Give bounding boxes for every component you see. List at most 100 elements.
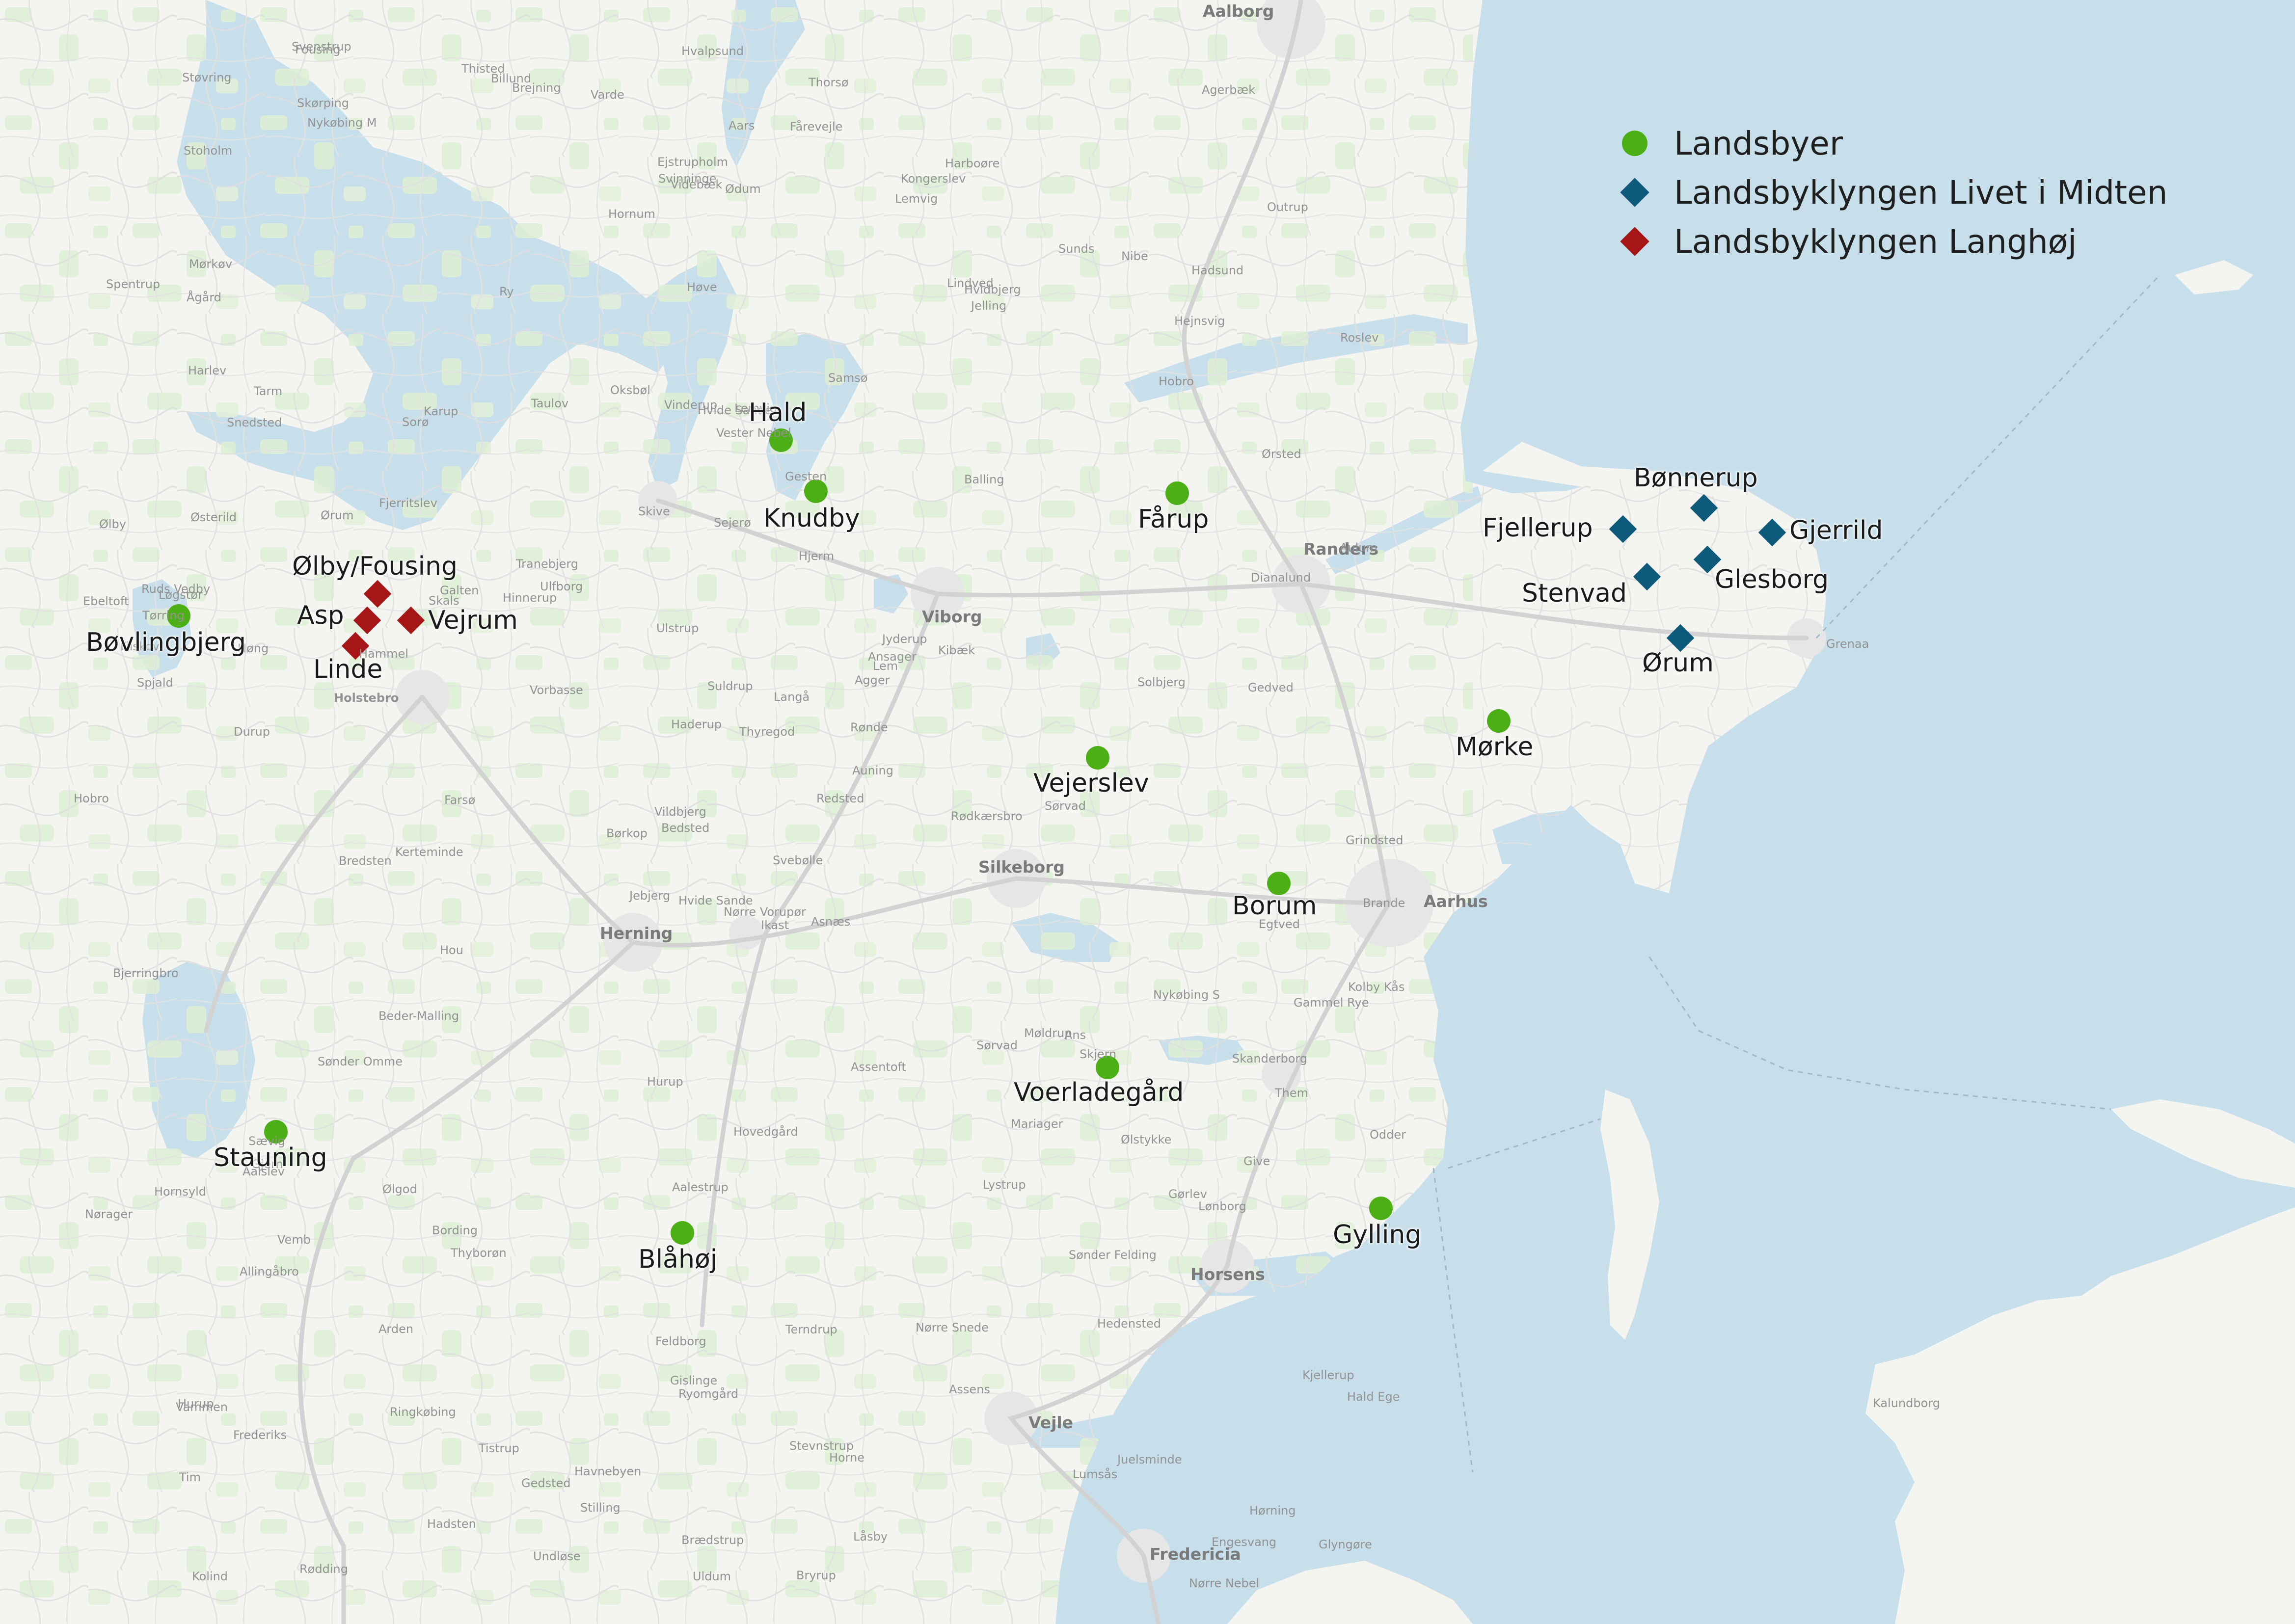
town-label: Them xyxy=(1275,1086,1309,1100)
town-label: Mariager xyxy=(1011,1117,1063,1131)
town-label: Gislinge xyxy=(670,1374,718,1387)
town-label: Gammel Rye xyxy=(1294,996,1369,1010)
label-fjellerup: Fjellerup xyxy=(1483,513,1593,543)
label-stenvad: Stenvad xyxy=(1522,579,1627,608)
town-label: Agerbæk xyxy=(1202,83,1255,97)
town-label: Tistrup xyxy=(479,1441,519,1455)
label-gjerrild: Gjerrild xyxy=(1789,516,1883,545)
town-label: Samsø xyxy=(828,371,868,385)
town-label: Jyderup xyxy=(882,632,927,646)
town-label: Agger xyxy=(855,673,890,687)
town-label: Lønborg xyxy=(1198,1199,1246,1213)
city-label: Viborg xyxy=(922,607,982,626)
town-label: Taulov xyxy=(531,397,569,410)
town-label: Hald Ege xyxy=(1347,1390,1400,1404)
town-label: Ruds Vedby xyxy=(141,582,211,596)
town-label: Nørager xyxy=(85,1207,133,1221)
town-label: Juelsminde xyxy=(1117,1453,1182,1466)
town-label: Haderup xyxy=(671,718,722,731)
town-label: Galten xyxy=(440,584,479,597)
label-asp: Asp xyxy=(297,601,344,630)
town-label: Glyngøre xyxy=(1319,1538,1372,1551)
town-label: Asnæs xyxy=(811,915,851,929)
town-label: Jebjerg xyxy=(629,889,671,903)
town-label: Sørvad xyxy=(976,1038,1018,1052)
label-hald: Hald xyxy=(749,398,807,427)
city-label: Odder xyxy=(1370,1128,1406,1142)
town-label: Engesvang xyxy=(1212,1535,1277,1549)
town-label: Tarm xyxy=(254,384,283,398)
town-label: Fjerritslev xyxy=(379,496,437,510)
marker-vejerslev[interactable] xyxy=(1086,746,1109,770)
town-label: Jelling xyxy=(971,299,1007,313)
town-label: Ejstrupholm xyxy=(657,155,728,169)
town-label: Ølby xyxy=(99,517,126,531)
town-label: Børkop xyxy=(606,826,648,840)
town-label: Nykøbing S xyxy=(1153,988,1220,1002)
town-label: Uldum xyxy=(693,1570,731,1583)
town-label: Rødkærsbro xyxy=(951,809,1023,823)
label-orum: Ørum xyxy=(1642,648,1714,678)
town-label: Sønder Omme xyxy=(318,1055,403,1068)
town-label: Hadsten xyxy=(427,1517,476,1531)
town-label: Havnebyen xyxy=(574,1464,642,1478)
legend-label: Landsbyklyngen Livet i Midten xyxy=(1674,173,2168,212)
town-label: Nørre Snede xyxy=(916,1321,989,1334)
town-label: Stevnstrup xyxy=(789,1439,854,1453)
town-label: Vorbasse xyxy=(530,683,583,697)
city-label: Kalundborg xyxy=(1873,1396,1940,1410)
city-label: Aarhus xyxy=(1424,892,1488,911)
town-label: Bording xyxy=(432,1224,478,1237)
town-label: Fousing xyxy=(295,43,341,56)
town-label: Hornum xyxy=(608,207,655,221)
town-label: Snedsted xyxy=(227,416,282,429)
legend-label: Landsbyer xyxy=(1674,124,1843,162)
label-blahoj: Blåhøj xyxy=(638,1245,718,1274)
town-label: Hadsund xyxy=(1191,264,1244,277)
marker-gylling[interactable] xyxy=(1369,1197,1393,1220)
label-olby-fousing: Ølby/Fousing xyxy=(292,552,458,581)
town-label: Hvalpsund xyxy=(681,44,744,58)
town-label: Hejnsvig xyxy=(1174,314,1225,328)
town-label: Ørsted xyxy=(1262,447,1301,461)
town-label: Hvide Sande xyxy=(678,894,753,907)
town-label: Aalestrup xyxy=(672,1180,729,1194)
town-label: Vildbjerg xyxy=(654,805,706,819)
legend-item-livet-i-midten: Landsbyklyngen Livet i Midten xyxy=(1615,168,2167,217)
town-label: Skive xyxy=(638,505,670,518)
town-label: Outrup xyxy=(1267,200,1308,214)
town-label: Feldborg xyxy=(655,1334,706,1348)
town-label: Kjellerup xyxy=(1302,1368,1354,1382)
legend-item-landsbyer: Landsbyer xyxy=(1615,119,2167,168)
city-label: Holstebro xyxy=(334,691,399,705)
town-label: Vemb xyxy=(277,1233,311,1247)
town-label: Rødding xyxy=(299,1562,348,1576)
marker-farup[interactable] xyxy=(1165,481,1189,505)
city-label: Silkeborg xyxy=(978,857,1065,877)
town-label: Sejerø xyxy=(714,516,751,530)
town-label: Spjald xyxy=(137,676,173,690)
town-label: Gesten xyxy=(785,470,827,483)
town-label: Vester Nebel xyxy=(716,426,791,440)
town-label: Solbjerg xyxy=(1137,675,1186,689)
marker-blahoj[interactable] xyxy=(671,1221,694,1245)
marker-morke[interactable] xyxy=(1487,709,1511,733)
town-label: Hurup xyxy=(647,1075,683,1089)
town-label: Dianalund xyxy=(1251,571,1311,585)
label-borum: Borum xyxy=(1232,891,1317,921)
town-label: Hovedgård xyxy=(733,1125,798,1139)
town-label: Langå xyxy=(774,690,810,704)
town-label: Ødum xyxy=(725,182,761,196)
town-label: Brejning xyxy=(512,81,561,95)
city-label: Horsens xyxy=(1190,1265,1265,1284)
town-label: Gørlev xyxy=(1168,1187,1207,1201)
label-vejrum: Vejrum xyxy=(428,606,518,635)
red-diamond-icon xyxy=(1615,222,1654,261)
blue-diamond-icon xyxy=(1615,173,1654,212)
town-label: Durup xyxy=(234,725,270,739)
town-label: Oksbøl xyxy=(610,383,650,397)
town-label: Ebeltoft xyxy=(83,594,129,608)
town-label: Kibæk xyxy=(938,643,975,657)
town-label: Hjerm xyxy=(799,549,835,563)
town-label: Låsby xyxy=(853,1530,888,1544)
